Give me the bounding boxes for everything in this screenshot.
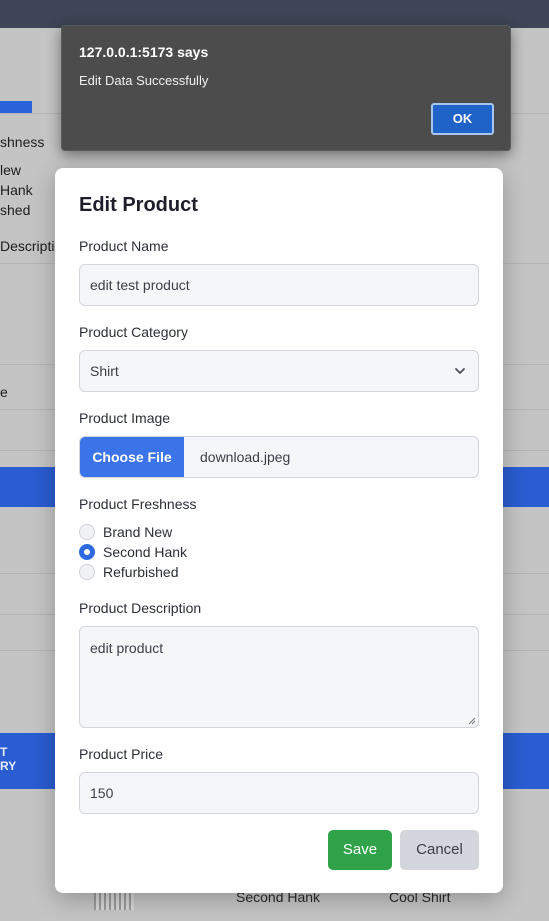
bg-label-hank: Hank	[0, 182, 33, 198]
selected-file-name: download.jpeg	[200, 449, 291, 465]
radio-second-hank[interactable]: Second Hank	[79, 543, 187, 561]
alert-title: 127.0.0.1:5173 says	[79, 44, 209, 60]
product-description-value: edit product	[90, 640, 164, 656]
radio-label: Second Hank	[103, 544, 188, 560]
product-name-label: Product Name	[79, 238, 169, 254]
modal-title: Edit Product	[79, 194, 198, 216]
radio-button-checked[interactable]	[79, 544, 95, 560]
product-image-file-input[interactable]: Choose File download.jpeg	[79, 436, 479, 478]
bg-header-text: RY	[0, 759, 17, 773]
product-category-value: Shirt	[90, 363, 119, 379]
product-description-textarea[interactable]: edit product	[79, 626, 479, 728]
bg-label-new: lew	[0, 162, 22, 178]
product-category-label: Product Category	[79, 324, 188, 340]
active-tab-indicator	[0, 101, 32, 113]
bg-label-description: Descriptio	[0, 238, 63, 254]
cancel-button[interactable]: Cancel	[400, 830, 479, 870]
edit-product-modal: Edit Product Product Name edit test prod…	[55, 168, 503, 893]
chevron-down-icon	[455, 368, 465, 374]
bg-label-freshness: shness	[0, 134, 45, 150]
product-freshness-label: Product Freshness	[79, 496, 197, 512]
product-price-label: Product Price	[79, 746, 164, 762]
radio-button[interactable]	[79, 564, 95, 580]
product-price-input[interactable]: 150	[79, 772, 479, 814]
product-category-select[interactable]: Shirt	[79, 350, 479, 392]
alert-message: Edit Data Successfully	[79, 73, 209, 88]
save-button[interactable]: Save	[328, 830, 392, 870]
browser-alert-dialog: 127.0.0.1:5173 says Edit Data Successful…	[61, 25, 511, 151]
product-description-label: Product Description	[79, 600, 202, 616]
radio-refurbished[interactable]: Refurbished	[79, 563, 179, 581]
product-name-input[interactable]: edit test product	[79, 264, 479, 306]
choose-file-button[interactable]: Choose File	[80, 437, 184, 477]
bg-label-price: e	[0, 384, 8, 400]
radio-label: Brand New	[103, 524, 173, 540]
product-image-label: Product Image	[79, 410, 171, 426]
top-navbar	[0, 0, 549, 28]
radio-label: Refurbished	[103, 564, 179, 580]
radio-button[interactable]	[79, 524, 95, 540]
bg-header-text: T	[0, 745, 8, 759]
ok-button[interactable]: OK	[431, 103, 494, 135]
bg-label-refurbished: shed	[0, 202, 31, 218]
resize-grip-icon[interactable]	[468, 717, 476, 725]
radio-brand-new[interactable]: Brand New	[79, 523, 172, 541]
